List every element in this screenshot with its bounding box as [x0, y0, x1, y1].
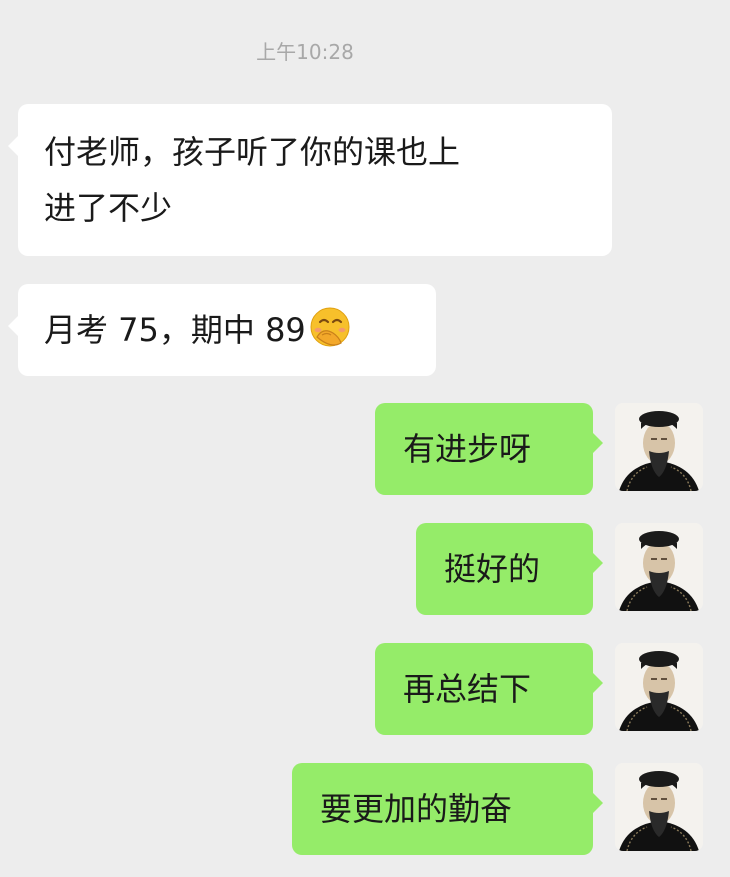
portrait-avatar-icon — [615, 643, 703, 731]
face-with-hand-over-mouth-emoji — [310, 307, 350, 347]
portrait-avatar-icon — [615, 523, 703, 611]
outgoing-message-bubble[interactable]: 再总结下 — [375, 643, 603, 735]
outgoing-message-bubble[interactable]: 挺好的 — [416, 523, 603, 615]
message-text-line: 进了不少 — [44, 189, 173, 227]
message-timestamp: 上午10:28 — [256, 40, 354, 64]
sender-avatar[interactable] — [615, 403, 703, 491]
sender-avatar[interactable] — [615, 523, 703, 611]
portrait-avatar-icon — [615, 763, 703, 851]
portrait-avatar-icon — [615, 403, 703, 491]
outgoing-message-bubble[interactable]: 有进步呀 — [375, 403, 603, 495]
incoming-message-bubble[interactable]: 月考 75，期中 89 — [8, 284, 436, 376]
sender-avatar[interactable] — [615, 763, 703, 851]
outgoing-message-bubble[interactable]: 要更加的勤奋 — [292, 763, 603, 855]
sender-avatar[interactable] — [615, 643, 703, 731]
message-text: 月考 75，期中 89 — [44, 311, 306, 349]
message-text-line: 付老师，孩子听了你的课也上 — [44, 133, 461, 171]
incoming-message-bubble[interactable]: 付老师，孩子听了你的课也上 进了不少 — [8, 104, 612, 256]
